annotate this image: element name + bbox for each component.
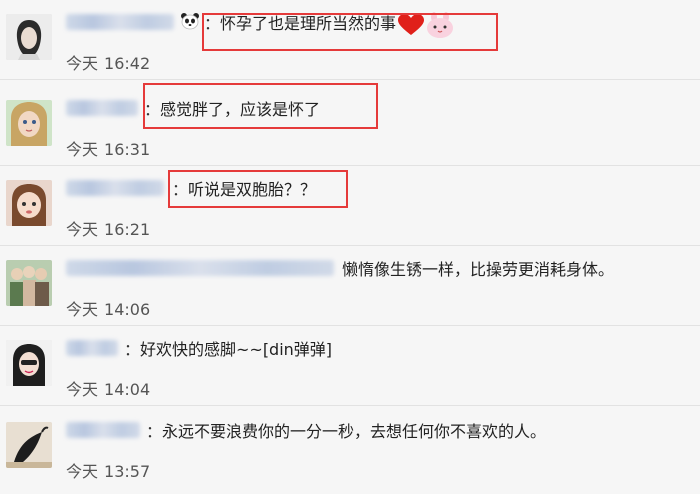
colon: ： <box>144 100 161 119</box>
avatar[interactable] <box>6 14 52 60</box>
comment-text: 感觉胖了，应该是怀了 <box>160 100 321 119</box>
timestamp: 今天 16:31 <box>66 140 151 159</box>
list-item: ： 怀孕了也是理所当然的事 今天 16:42 <box>0 0 700 80</box>
avatar-image-icon <box>6 340 52 386</box>
comment-text: 永远不要浪费你的一分一秒，去想任何你不喜欢的人。 <box>162 422 547 441</box>
list-item: ： 感觉胖了，应该是怀了 今天 16:31 <box>0 83 700 166</box>
username-blurred[interactable] <box>66 422 140 438</box>
list-item: ： 好欢快的感脚~~[din弹弹] 今天 14:04 <box>0 326 700 406</box>
comment-text: 怀孕了也是理所当然的事 <box>220 10 454 38</box>
avatar-image-icon <box>6 180 52 226</box>
list-item: ： 听说是双胞胎？？ 今天 16:21 <box>0 166 700 246</box>
username-blurred[interactable] <box>66 100 138 116</box>
comment-text: 懒惰像生锈一样，比操劳更消耗身体。 <box>342 260 615 279</box>
colon: ： <box>204 14 221 33</box>
username-blurred[interactable] <box>66 180 164 196</box>
colon: ： <box>172 180 189 199</box>
timestamp: 今天 16:42 <box>66 54 151 73</box>
bunny-face-icon <box>427 11 454 38</box>
timestamp: 今天 13:57 <box>66 462 151 481</box>
timestamp: 今天 14:06 <box>66 300 151 319</box>
comment-list: ： 怀孕了也是理所当然的事 今天 16:42 ： 感觉胖了，应该是怀了 今天 16:… <box>0 0 700 494</box>
avatar[interactable] <box>6 260 52 306</box>
avatar[interactable] <box>6 100 52 146</box>
username-blurred[interactable] <box>66 14 174 30</box>
comment-text: 好欢快的感脚~~[din弹弹] <box>140 340 333 359</box>
avatar[interactable] <box>6 422 52 468</box>
panda-icon <box>181 13 199 30</box>
avatar[interactable] <box>6 180 52 226</box>
comment-text: 听说是双胞胎？？ <box>188 180 317 199</box>
heart-icon <box>398 13 425 35</box>
colon: ： <box>124 340 141 359</box>
list-item: 懒惰像生锈一样，比操劳更消耗身体。 今天 14:06 <box>0 246 700 326</box>
avatar-image-icon <box>6 14 52 60</box>
avatar-image-icon <box>6 100 52 146</box>
timestamp: 今天 16:21 <box>66 220 151 239</box>
avatar-image-icon <box>6 260 52 306</box>
list-item: ： 永远不要浪费你的一分一秒，去想任何你不喜欢的人。 今天 13:57 <box>0 408 700 488</box>
timestamp: 今天 14:04 <box>66 380 151 399</box>
colon: ： <box>146 422 163 441</box>
username-blurred[interactable] <box>66 260 334 276</box>
username-blurred[interactable] <box>66 340 118 356</box>
avatar[interactable] <box>6 340 52 386</box>
avatar-image-icon <box>6 422 52 468</box>
